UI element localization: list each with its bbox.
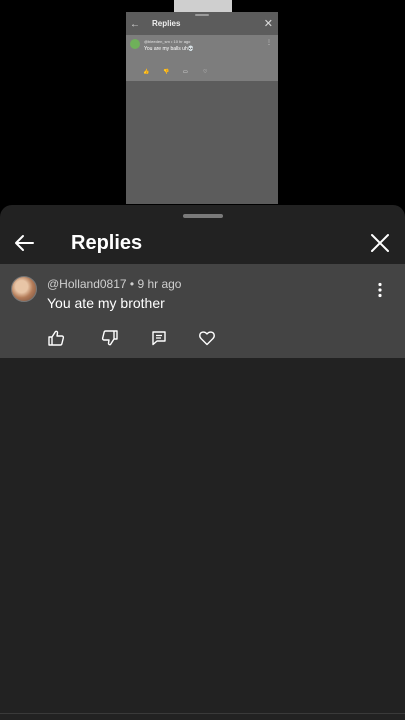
close-button[interactable] [364, 227, 396, 259]
background-dislike-icon: 👎 [163, 69, 170, 75]
bottom-divider [0, 713, 405, 714]
back-arrow-icon [15, 235, 34, 251]
background-comment-text: You are my balls uh💀 [144, 46, 194, 52]
background-header: ← Replies ✕ [126, 17, 278, 35]
background-more-icon: ⋮ [266, 40, 272, 46]
background-grabber [195, 14, 209, 16]
comment-actions [0, 326, 405, 350]
comment: @Holland0817 • 9 hr ago You ate my broth… [0, 264, 405, 358]
background-tab [174, 0, 232, 12]
background-avatar [130, 39, 140, 49]
replies-sheet: Replies @Holland0817 • 9 hr ago You ate … [0, 205, 405, 720]
dislike-icon [101, 330, 118, 346]
dislike-button[interactable] [98, 326, 122, 350]
like-button[interactable] [44, 326, 68, 350]
background-comment-meta: @bleeden_sm • 10 hr ago [144, 39, 191, 44]
more-vertical-icon [378, 282, 382, 298]
background-replies-preview: ← Replies ✕ @bleeden_sm • 10 hr ago You … [126, 12, 278, 204]
sheet-drag-handle[interactable] [183, 214, 223, 218]
background-like-icon: 👍 [143, 69, 150, 75]
background-comment: @bleeden_sm • 10 hr ago You are my balls… [126, 35, 278, 81]
background-close-icon: ✕ [263, 18, 273, 30]
background-back-arrow-icon: ← [130, 19, 140, 30]
avatar[interactable] [11, 276, 37, 302]
heart-icon [199, 331, 215, 346]
heart-button[interactable] [195, 326, 219, 350]
close-icon [371, 234, 389, 252]
sheet-header: Replies [0, 221, 405, 265]
background-comment-actions: 👍 👎 ▭ ♡ [143, 69, 223, 75]
reply-icon [152, 331, 166, 346]
background-heart-icon: ♡ [203, 69, 208, 75]
comment-text: You ate my brother [47, 295, 165, 311]
background-reply-icon: ▭ [183, 69, 188, 75]
more-options-button[interactable] [370, 280, 390, 300]
like-icon [48, 330, 65, 346]
page-title: Replies [71, 232, 143, 254]
comment-meta[interactable]: @Holland0817 • 9 hr ago [47, 277, 181, 291]
back-button[interactable] [8, 227, 40, 259]
reply-button[interactable] [147, 326, 171, 350]
background-title: Replies [152, 19, 181, 28]
